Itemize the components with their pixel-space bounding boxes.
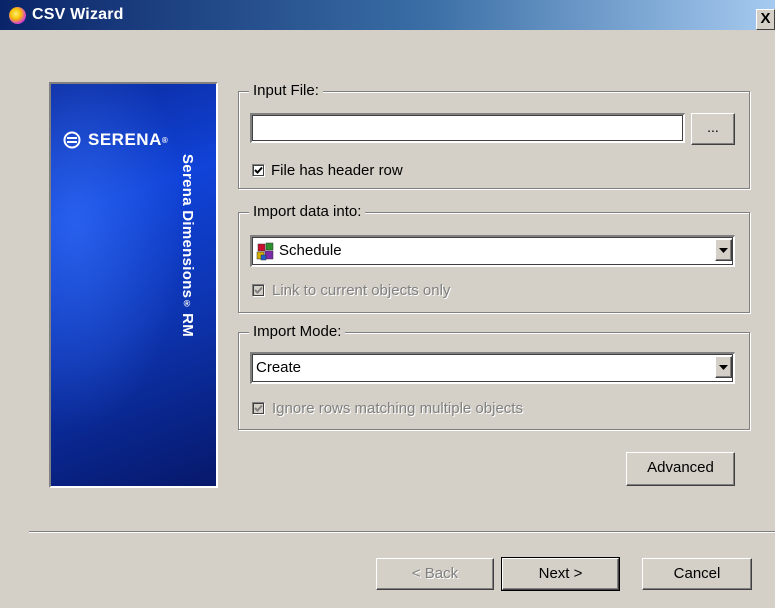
chevron-down-icon: [719, 365, 728, 370]
ignore-rows-label[interactable]: Ignore rows matching multiple objects: [272, 400, 523, 417]
import-mode-value: Create: [256, 359, 302, 376]
input-file-legend: Input File:: [249, 82, 323, 99]
window-title: CSV Wizard: [32, 6, 124, 23]
import-data-legend: Import data into:: [249, 203, 366, 220]
import-mode-dropdown[interactable]: Create: [250, 352, 735, 384]
link-current-label[interactable]: Link to current objects only: [272, 282, 450, 299]
serena-logo: SERENA ®: [63, 130, 168, 150]
close-button[interactable]: X: [756, 9, 775, 30]
cancel-button[interactable]: Cancel: [642, 558, 752, 590]
dropdown-arrow-button[interactable]: [715, 239, 732, 261]
next-button[interactable]: Next >: [501, 557, 620, 591]
checkmark-icon: [254, 404, 263, 412]
chevron-down-icon: [719, 248, 728, 253]
header-row-checkbox[interactable]: [252, 164, 265, 177]
wizard-app-icon: [9, 7, 26, 24]
header-row-label[interactable]: File has header row: [271, 162, 403, 179]
product-suffix: RM: [179, 308, 196, 338]
serena-banner: SERENA ® Serena Dimensions® RM: [49, 82, 218, 488]
link-current-checkbox[interactable]: [252, 284, 265, 297]
title-bar[interactable]: CSV Wizard: [0, 0, 775, 30]
import-mode-legend: Import Mode:: [249, 323, 346, 340]
input-file-field[interactable]: [250, 113, 685, 143]
dropdown-arrow-button[interactable]: [715, 356, 732, 378]
import-target-dropdown[interactable]: Schedule: [250, 235, 735, 267]
back-button[interactable]: < Back: [376, 558, 494, 590]
serena-logo-icon: [63, 131, 81, 149]
separator-highlight: [29, 532, 775, 533]
product-name: Serena Dimensions® RM: [179, 154, 196, 338]
back-button-label: < Back: [411, 565, 459, 582]
advanced-button[interactable]: Advanced: [626, 452, 735, 486]
import-target-value: Schedule: [279, 242, 342, 259]
next-button-label: Next >: [538, 565, 583, 582]
ignore-rows-checkbox[interactable]: [252, 402, 265, 415]
checkmark-icon: [254, 166, 263, 174]
schedule-cubes-icon: [256, 242, 274, 261]
product-name-text: Serena Dimensions: [179, 154, 196, 299]
serena-logo-text: SERENA: [88, 130, 162, 149]
cancel-button-label: Cancel: [673, 565, 721, 582]
checkmark-icon: [254, 286, 263, 294]
browse-button[interactable]: ...: [691, 113, 735, 145]
advanced-button-label: Advanced: [647, 459, 714, 476]
